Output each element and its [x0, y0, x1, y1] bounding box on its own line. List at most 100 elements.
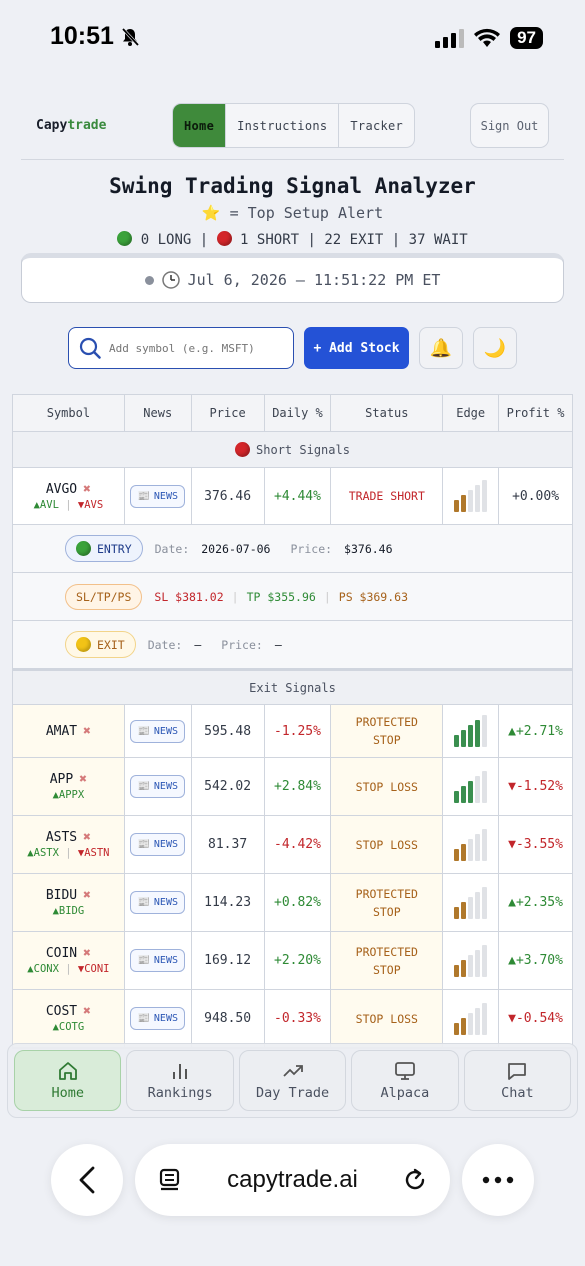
edge-bar [461, 843, 467, 861]
leveraged-long-ticker[interactable]: ▲ASTX [27, 847, 59, 859]
bar-chart-icon [173, 1064, 188, 1079]
table-row[interactable]: AMAT ✖ 📰 NEWS 595.48 -1.25% PROTECTED STOP ▲+2.7… [13, 705, 572, 758]
status-line-2: STOP [372, 733, 401, 747]
news-button[interactable]: 📰 NEWS [130, 719, 185, 743]
col-edge[interactable]: Edge [443, 395, 500, 431]
short-signals-header: Short Signals [13, 432, 572, 468]
back-button[interactable] [51, 1144, 123, 1216]
exit-price-label: Price: [221, 637, 263, 652]
time-text: 10:51 [50, 22, 114, 50]
news-label: NEWS [153, 955, 178, 966]
battery-level: 97 [510, 27, 543, 49]
remove-icon[interactable]: ✖ [83, 946, 91, 961]
col-price[interactable]: Price [191, 395, 265, 431]
leveraged-short-ticker[interactable]: ▼CONI [78, 963, 110, 975]
leveraged-long-ticker[interactable]: ▲AVL [34, 499, 59, 511]
symbol-name[interactable]: AMAT [46, 724, 77, 739]
sltp-badge: SL/TP/PS [65, 583, 143, 610]
symbol-name[interactable]: ASTS [46, 830, 77, 845]
symbol-name[interactable]: COST [46, 1004, 77, 1019]
leveraged-long-ticker[interactable]: ▲COTG [53, 1021, 85, 1033]
tab-alpaca[interactable]: Alpaca [351, 1050, 459, 1111]
exit-detail: EXIT Date: — Price: — [13, 621, 572, 669]
remove-icon[interactable]: ✖ [79, 772, 87, 787]
remove-icon[interactable]: ✖ [83, 830, 91, 845]
exit-label: EXIT [97, 637, 125, 652]
brand-logo[interactable]: Capytrade [36, 118, 106, 133]
url-text: capytrade.ai [227, 1166, 358, 1193]
daily-cell: -1.25% [265, 705, 332, 757]
col-status[interactable]: Status [331, 395, 444, 431]
section-title: Short Signals [256, 442, 350, 457]
table-row[interactable]: COST ✖ ▲COTG 📰 NEWS 948.50 -0.33% STOP LOSS ▼-0.… [13, 990, 572, 1048]
edge-cell [443, 932, 500, 989]
news-button[interactable]: 📰 NEWS [130, 949, 185, 972]
symbol-name[interactable]: BIDU [46, 888, 77, 903]
table-row[interactable]: BIDU ✖ ▲BIDG 📰 NEWS 114.23 +0.82% PROTECTED STOP… [13, 874, 572, 932]
remove-icon[interactable]: ✖ [83, 1004, 91, 1019]
nav-home[interactable]: Home [173, 104, 227, 147]
green-dot-icon [76, 541, 91, 556]
tab-chat[interactable]: Chat [463, 1050, 572, 1111]
remove-icon[interactable]: ✖ [83, 724, 91, 739]
tab-home[interactable]: Home [14, 1050, 122, 1111]
remove-icon[interactable]: ✖ [83, 482, 91, 497]
edge-bar [461, 730, 467, 747]
news-button[interactable]: 📰 NEWS [130, 484, 185, 508]
table-row[interactable]: ASTS ✖ ▲ASTX | ▼ASTN 📰 NEWS 81.37 -4.42% STOP L… [13, 816, 572, 874]
news-button[interactable]: 📰 NEWS [130, 891, 185, 914]
price-cell: 114.23 [192, 874, 265, 931]
news-label: NEWS [153, 1013, 178, 1024]
table-row-avgo[interactable]: AVGO ✖ ▲AVL | ▼AVS 📰 NEWS 376.46 +4.44% TR… [13, 468, 572, 525]
exit-date-label: Date: [147, 637, 183, 652]
edge-bar [454, 1022, 460, 1035]
profit-cell: ▲+3.70% [508, 953, 563, 968]
edge-bar [461, 901, 467, 919]
tab-rankings[interactable]: Rankings [126, 1050, 234, 1111]
symbol-name[interactable]: APP [50, 772, 73, 787]
news-button[interactable]: 📰 NEWS [130, 775, 185, 798]
wifi-icon [474, 28, 501, 47]
brand-capy: Capy [36, 118, 68, 133]
leveraged-long-ticker[interactable]: ▲BIDG [53, 905, 85, 917]
table-row[interactable]: COIN ✖ ▲CONX | ▼CONI 📰 NEWS 169.12 +2.20% PROTE… [13, 932, 572, 990]
daily-cell: +2.20% [265, 932, 332, 989]
edge-cell [443, 758, 500, 815]
edge-bar [475, 720, 481, 747]
leveraged-long-ticker[interactable]: ▲CONX [27, 963, 59, 975]
symbol-name[interactable]: COIN [46, 946, 77, 961]
news-button[interactable]: 📰 NEWS [130, 833, 185, 856]
remove-icon[interactable]: ✖ [83, 888, 91, 903]
news-button[interactable]: 📰 NEWS [130, 1007, 185, 1030]
tab-label: Day Trade [255, 1085, 330, 1101]
leveraged-long-ticker[interactable]: ▲APPX [53, 789, 85, 801]
reload-icon[interactable] [402, 1167, 428, 1193]
more-button[interactable] [462, 1144, 534, 1216]
symbol-cell: COST ✖ ▲COTG [13, 990, 125, 1047]
col-symbol[interactable]: Symbol [13, 395, 125, 431]
address-bar[interactable]: capytrade.ai [135, 1144, 450, 1216]
leveraged-short-ticker[interactable]: ▼AVS [78, 499, 103, 511]
theme-toggle[interactable]: 🌙 [473, 327, 517, 369]
alerts-button[interactable]: 🔔 [419, 327, 463, 369]
status-line-2: STOP [372, 962, 401, 977]
col-daily[interactable]: Daily % [264, 395, 332, 431]
leveraged-short-ticker[interactable]: ▼ASTN [78, 847, 110, 859]
edge-bar [454, 848, 460, 861]
bottom-tabbar: Home Rankings Day Trade Alpaca Chat [7, 1043, 578, 1118]
add-stock-button[interactable]: + Add Stock [304, 327, 409, 369]
edge-bar [475, 1007, 481, 1035]
daily-cell: -0.33% [265, 990, 332, 1047]
monitor-icon [395, 1062, 415, 1080]
symbol-cell: APP ✖ ▲APPX [13, 758, 125, 815]
nav-tracker[interactable]: Tracker [339, 104, 414, 147]
symbol-name[interactable]: AVGO [46, 482, 77, 497]
edge-bar [454, 964, 460, 977]
table-row[interactable]: APP ✖ ▲APPX 📰 NEWS 542.02 +2.84% STOP LOSS ▼-1.5… [13, 758, 572, 816]
col-profit[interactable]: Profit % [499, 395, 572, 431]
tab-day-trade[interactable]: Day Trade [238, 1050, 347, 1111]
nav-instructions[interactable]: Instructions [226, 104, 340, 147]
sign-out-button[interactable]: Sign Out [470, 103, 549, 148]
exit-date: — [194, 637, 202, 652]
symbol-input[interactable] [109, 341, 279, 355]
